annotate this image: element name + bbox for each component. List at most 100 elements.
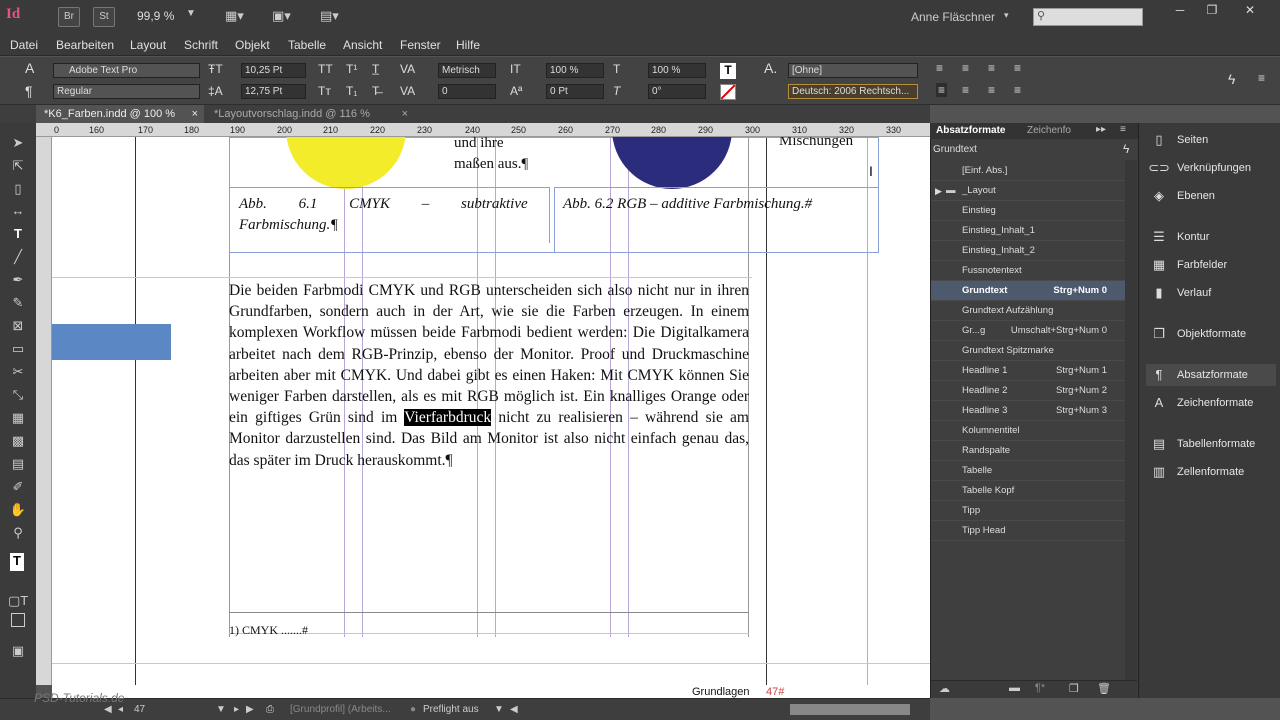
prev-icon[interactable]: ◂ — [118, 704, 123, 715]
leading-field[interactable]: 12,75 Pt — [241, 84, 306, 99]
no-stroke-icon[interactable] — [720, 84, 736, 100]
clear-overrides-icon[interactable]: ϟ — [1123, 142, 1129, 156]
menu-fenster[interactable]: Fenster — [400, 38, 441, 52]
new-folder-icon[interactable]: ▬ — [1009, 682, 1020, 694]
style-item-headline-2[interactable]: Headline 2 Strg+Num 2 — [931, 381, 1125, 401]
minimize-icon[interactable]: ─ — [1164, 0, 1196, 20]
direct-selection-tool-icon[interactable]: ⇱ — [8, 158, 28, 176]
formatting-affects-icon[interactable]: ▢T — [8, 593, 28, 611]
next-page-icon[interactable]: ▶ — [246, 704, 254, 715]
style-item-tipp-head[interactable]: Tipp Head — [931, 521, 1125, 541]
text-fill-icon[interactable]: T — [720, 63, 736, 79]
style-item-einstieg-inhalt-1[interactable]: Einstieg_Inhalt_1 — [931, 221, 1125, 241]
horizontal-scale-field[interactable]: 100 % — [648, 63, 706, 78]
zoom-level[interactable]: 99,9 % — [137, 9, 174, 23]
style-item-einstieg[interactable]: Einstieg — [931, 201, 1125, 221]
kerning-field[interactable]: Metrisch — [438, 63, 496, 78]
style-item-grundtext[interactable]: Grundtext Strg+Num 0 — [931, 281, 1125, 301]
underline-icon[interactable]: T̲ — [372, 62, 379, 76]
skew-field[interactable]: 0° — [648, 84, 706, 99]
apply-color-icon[interactable] — [11, 613, 25, 627]
menu-ansicht[interactable]: Ansicht — [343, 38, 382, 52]
tab-zeichenformate[interactable]: Zeichenfo — [1027, 125, 1071, 136]
stock-button[interactable]: St — [93, 7, 115, 27]
paragraph-mode-icon[interactable]: ¶ — [25, 83, 33, 99]
expand-icon[interactable]: ▶ — [935, 181, 942, 201]
new-style-icon[interactable]: ❐ — [1069, 682, 1079, 695]
preflight-status[interactable]: Preflight aus — [423, 704, 479, 715]
style-item-grundtext-spitzmarke[interactable]: Grundtext Spitzmarke — [931, 341, 1125, 361]
bridge-button[interactable]: Br — [58, 7, 80, 27]
dock-absatzformate[interactable]: ¶ Absatzformate — [1146, 364, 1276, 386]
justify-center-icon[interactable]: ≡ — [962, 83, 969, 97]
style-item-kolumnentitel[interactable]: Kolumnentitel — [931, 421, 1125, 441]
menu-objekt[interactable]: Objekt — [235, 38, 270, 52]
dock-objektformate[interactable]: ❐ Objektformate — [1146, 323, 1276, 345]
blue-circle-image[interactable] — [608, 137, 738, 189]
tracking-field[interactable]: 0 — [438, 84, 496, 99]
rectangle-frame-tool-icon[interactable]: ⊠ — [8, 318, 28, 336]
page-dropdown-icon[interactable]: ▼ — [216, 704, 226, 715]
free-transform-tool-icon[interactable]: ⤡ — [8, 387, 28, 405]
pencil-tool-icon[interactable]: ✎ — [8, 295, 28, 313]
dock-zellenformate[interactable]: ▥ Zellenformate — [1146, 461, 1276, 483]
menu-datei[interactable]: Datei — [10, 38, 38, 52]
gradient-tool-icon[interactable]: ▦ — [8, 410, 28, 428]
trash-icon[interactable]: 🗑 — [1097, 682, 1111, 695]
user-name[interactable]: Anne Fläschner — [911, 10, 995, 24]
document-page[interactable]: und ihre maßen aus.¶ Mischungen I Abb. 6… — [52, 137, 930, 685]
pen-tool-icon[interactable]: ✒ — [8, 272, 28, 290]
close-tab-icon[interactable]: × — [192, 105, 198, 123]
menu-hilfe[interactable]: Hilfe — [456, 38, 480, 52]
open-page-icon[interactable]: ⎙ — [266, 704, 274, 715]
justify-right-icon[interactable]: ≡ — [988, 83, 995, 97]
justify-all-icon[interactable]: ≡ — [936, 83, 948, 97]
chevron-down-icon[interactable]: ▾ — [1004, 10, 1009, 21]
yellow-circle-image[interactable] — [282, 137, 412, 189]
font-size-field[interactable]: 10,25 Pt — [241, 63, 306, 78]
preflight-profile[interactable]: [Grundprofil] (Arbeits... — [290, 704, 391, 715]
scissors-tool-icon[interactable]: ✂ — [8, 364, 28, 382]
blue-rectangle[interactable] — [52, 324, 171, 360]
all-caps-icon[interactable]: TT — [318, 62, 333, 76]
character-mode-icon[interactable]: A — [25, 60, 34, 76]
superscript-icon[interactable]: T¹ — [346, 62, 357, 76]
chevron-down-icon[interactable]: ▼ — [494, 704, 504, 715]
arrange-documents-icon[interactable]: ▤▾ — [320, 8, 350, 26]
small-caps-icon[interactable]: Tᴛ — [318, 84, 331, 98]
style-group-layout[interactable]: ▶ ▬ _Layout — [931, 181, 1125, 201]
vertical-scale-field[interactable]: 100 % — [546, 63, 604, 78]
subscript-icon[interactable]: T₁ — [346, 84, 357, 98]
prev-page-icon[interactable]: ◀ — [104, 704, 112, 715]
style-item-headline-1[interactable]: Headline 1 Strg+Num 1 — [931, 361, 1125, 381]
dock-seiten[interactable]: ▯ Seiten — [1146, 129, 1276, 151]
align-center-icon[interactable]: ≡ — [962, 61, 969, 75]
style-group-icon[interactable]: ☁ — [939, 682, 950, 695]
style-item-randspalte[interactable]: Randspalte — [931, 441, 1125, 461]
selection-tool-icon[interactable]: ➤ — [8, 135, 28, 153]
note-tool-icon[interactable]: ▤ — [8, 456, 28, 474]
chevron-down-icon[interactable]: ▼ — [186, 8, 196, 19]
style-item-tipp[interactable]: Tipp — [931, 501, 1125, 521]
panel-menu-icon[interactable]: ≡ — [1120, 124, 1126, 135]
justify-left-icon[interactable]: ≡ — [1014, 61, 1021, 75]
tab-absatzformate[interactable]: Absatzformate — [936, 125, 1005, 136]
style-item-tabelle-kopf[interactable]: Tabelle Kopf — [931, 481, 1125, 501]
quick-apply-icon[interactable]: ϟ — [1228, 71, 1235, 87]
style-item-tabelle[interactable]: Tabelle — [931, 461, 1125, 481]
style-item-grundtext-aufzaehlung[interactable]: Grundtext Aufzählung — [931, 301, 1125, 321]
style-item-einf-abs[interactable]: [Einf. Abs.] — [931, 161, 1125, 181]
font-style-field[interactable]: Regular — [53, 84, 200, 99]
dock-tabellenformate[interactable]: ▤ Tabellenformate — [1146, 433, 1276, 455]
dock-kontur[interactable]: ☰ Kontur — [1146, 226, 1276, 248]
align-right-icon[interactable]: ≡ — [988, 61, 995, 75]
style-item-grg[interactable]: Gr...g Umschalt+Strg+Num 0 — [931, 321, 1125, 341]
collapse-panel-icon[interactable]: ▸▸ — [1096, 124, 1106, 135]
panel-scrollbar[interactable] — [1125, 160, 1137, 680]
body-text-frame[interactable]: Die beiden Farbmodi CMYK und RGB untersc… — [229, 280, 749, 471]
fill-stroke-icon[interactable]: T — [10, 553, 24, 571]
style-item-headline-3[interactable]: Headline 3 Strg+Num 3 — [931, 401, 1125, 421]
hand-tool-icon[interactable]: ✋ — [8, 502, 28, 520]
baseline-shift-field[interactable]: 0 Pt — [546, 84, 604, 99]
dock-farbfelder[interactable]: ▦ Farbfelder — [1146, 254, 1276, 276]
